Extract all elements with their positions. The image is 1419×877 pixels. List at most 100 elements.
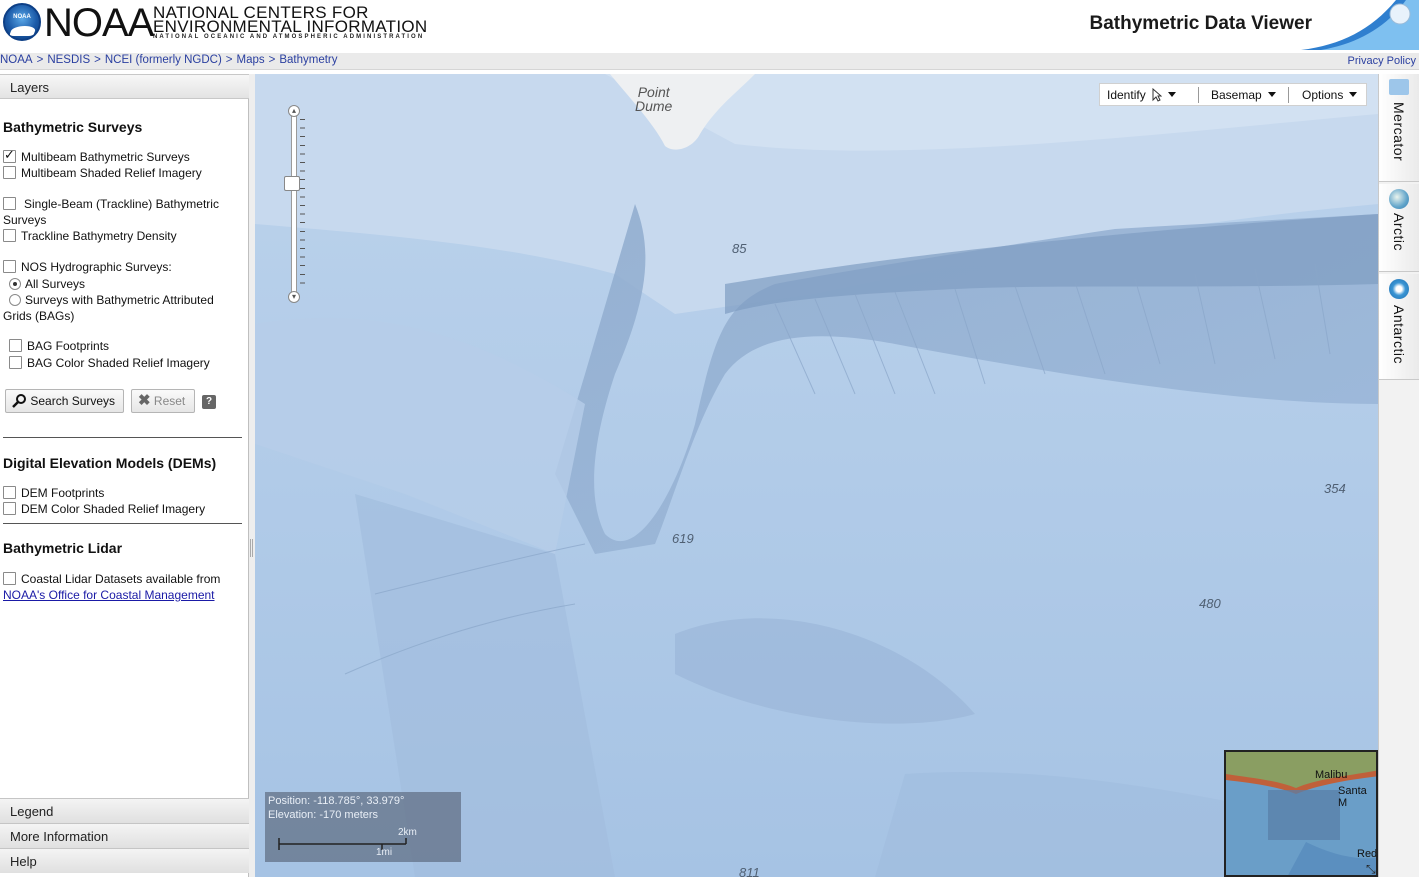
bag-footprints-row[interactable]: BAG Footprints [9, 338, 109, 354]
basemap-label: Basemap [1211, 88, 1262, 102]
place-label-point-dume: Point Dume [635, 85, 672, 113]
projection-mercator-label: Mercator [1391, 102, 1407, 162]
dem-footprints-label: DEM Footprints [21, 486, 105, 500]
antarctic-globe-icon [1389, 279, 1409, 299]
elevation-text: Elevation: -170 meters [268, 809, 379, 821]
zoom-track[interactable] [291, 113, 297, 295]
multibeam-label: Multibeam Bathymetric Surveys [21, 150, 190, 164]
position-readout: Position: -118.785°, 33.979° Elevation: … [265, 792, 461, 862]
breadcrumb-maps[interactable]: Maps [237, 54, 265, 66]
nos-surveys-label: NOS Hydrographic Surveys: [21, 260, 172, 274]
lidar-label: Coastal Lidar Datasets available from [21, 572, 221, 586]
breadcrumb-nesdis[interactable]: NESDIS [47, 54, 90, 66]
breadcrumb: NOAA > NESDIS > NCEI (formerly NGDC) > Maps > Ba… [0, 54, 338, 66]
singlebeam-checkbox[interactable] [3, 197, 16, 210]
reset-label: Reset [153, 394, 186, 408]
search-surveys-button[interactable]: Search Surveys [5, 389, 124, 413]
nos-surveys-checkbox[interactable] [3, 260, 16, 273]
help-label: Help [10, 854, 37, 869]
all-surveys-radio[interactable] [9, 278, 21, 290]
depth-label: 480 [1199, 596, 1221, 611]
trackline-density-label: Trackline Bathymetry Density [21, 229, 177, 243]
zoom-out-button[interactable]: ▾ [288, 291, 300, 303]
identify-dropdown[interactable]: Identify [1107, 87, 1177, 102]
trackline-density-checkbox[interactable] [3, 229, 16, 242]
lidar-checkbox[interactable] [3, 572, 16, 585]
help-icon[interactable]: ? [202, 395, 216, 409]
depth-label: 85 [732, 241, 747, 256]
overview-label-santa: Santa M [1338, 785, 1367, 809]
dem-footprints-checkbox[interactable] [3, 486, 16, 499]
chevron-down-icon [1349, 92, 1358, 97]
bag-surveys-radio[interactable] [9, 294, 21, 306]
lidar-row[interactable]: Coastal Lidar Datasets available from [3, 571, 220, 587]
layers-panel-header[interactable]: Layers [0, 74, 249, 99]
reset-button[interactable]: ✖ Reset [131, 389, 195, 413]
projection-arctic[interactable]: Arctic [1379, 184, 1419, 272]
bag-relief-checkbox[interactable] [9, 356, 22, 369]
lidar-title: Bathymetric Lidar [3, 540, 123, 556]
section-divider [3, 523, 242, 524]
breadcrumb-bathymetry[interactable]: Bathymetry [279, 54, 337, 66]
search-surveys-label: Search Surveys [30, 394, 116, 408]
zoom-in-button[interactable]: ▴ [288, 105, 300, 117]
legend-accordion[interactable]: Legend [0, 798, 249, 823]
all-surveys-option[interactable]: All Surveys [9, 276, 85, 292]
chevron-down-icon [1267, 92, 1276, 97]
basemap-dropdown[interactable]: Basemap [1211, 88, 1276, 102]
dem-relief-row[interactable]: DEM Color Shaded Relief Imagery [3, 501, 205, 517]
noaa-wordmark[interactable]: NOAA [44, 1, 154, 45]
zoom-slider-handle[interactable] [284, 176, 300, 191]
dem-footprints-row[interactable]: DEM Footprints [3, 485, 104, 501]
dem-relief-checkbox[interactable] [3, 502, 16, 515]
bag-relief-label: BAG Color Shaded Relief Imagery [27, 356, 210, 370]
noaa-logo-icon[interactable]: NOAA [3, 3, 41, 41]
breadcrumb-ncei[interactable]: NCEI (formerly NGDC) [105, 54, 222, 66]
depth-label: 354 [1324, 481, 1346, 496]
more-information-accordion[interactable]: More Information [0, 823, 249, 848]
projection-antarctic-label: Antarctic [1391, 305, 1407, 364]
projection-antarctic[interactable]: Antarctic [1379, 274, 1419, 380]
zoom-slider[interactable]: ▴ ▾ [284, 105, 305, 303]
breadcrumb-separator: > [94, 54, 101, 66]
privacy-policy-link[interactable]: Privacy Policy [1348, 55, 1416, 67]
depth-label: 811 [739, 865, 760, 877]
more-information-label: More Information [10, 829, 109, 844]
multibeam-checkbox[interactable] [3, 147, 16, 163]
legend-label: Legend [10, 804, 54, 819]
map-view[interactable]: Point Dume 85 619 354 480 811 ▴ ▾ Identi… [255, 74, 1378, 877]
scale-km-label: 2km [398, 827, 417, 838]
pointer-cursor-icon [1152, 87, 1163, 102]
overview-map[interactable]: Malibu Santa M Red ⤡ [1224, 750, 1378, 877]
layers-panel: Layers Bathymetric Surveys Multibeam Bat… [0, 74, 249, 877]
depth-label: 619 [672, 531, 694, 546]
bag-surveys-option[interactable]: Surveys with Bathymetric Attributed Grid… [3, 292, 238, 324]
arctic-globe-icon [1389, 189, 1409, 209]
bag-footprints-checkbox[interactable] [9, 339, 22, 352]
bag-relief-row[interactable]: BAG Color Shaded Relief Imagery [9, 355, 210, 371]
identify-label: Identify [1107, 88, 1146, 102]
multibeam-relief-label: Multibeam Shaded Relief Imagery [21, 166, 202, 180]
multibeam-layer-row[interactable]: Multibeam Bathymetric Surveys [3, 147, 190, 165]
multibeam-relief-row[interactable]: Multibeam Shaded Relief Imagery [3, 165, 202, 181]
singlebeam-row[interactable]: Single-Beam (Trackline) Bathymetric Surv… [3, 196, 238, 228]
place-label-line1: Point [637, 84, 670, 100]
nos-surveys-row[interactable]: NOS Hydrographic Surveys: [3, 259, 172, 275]
help-accordion[interactable]: Help [0, 848, 249, 873]
options-dropdown[interactable]: Options [1302, 88, 1358, 102]
breadcrumb-separator: > [268, 54, 276, 66]
resize-icon[interactable]: ⤡ [1366, 862, 1376, 875]
scale-bar: 2km 1mi [278, 827, 417, 858]
coastal-management-link[interactable]: NOAA's Office for Coastal Management [3, 588, 215, 602]
dems-title: Digital Elevation Models (DEMs) [3, 455, 217, 471]
mercator-map-icon [1389, 79, 1409, 95]
search-icon [12, 394, 26, 408]
zoom-ticks [300, 119, 305, 291]
multibeam-relief-checkbox[interactable] [3, 166, 16, 179]
projection-mercator[interactable]: Mercator [1379, 74, 1419, 182]
overview-label-malibu: Malibu [1315, 769, 1348, 781]
breadcrumb-noaa[interactable]: NOAA [0, 54, 33, 66]
trackline-density-row[interactable]: Trackline Bathymetry Density [3, 228, 177, 244]
bag-footprints-label: BAG Footprints [27, 339, 110, 353]
close-icon: ✖ [138, 392, 151, 409]
